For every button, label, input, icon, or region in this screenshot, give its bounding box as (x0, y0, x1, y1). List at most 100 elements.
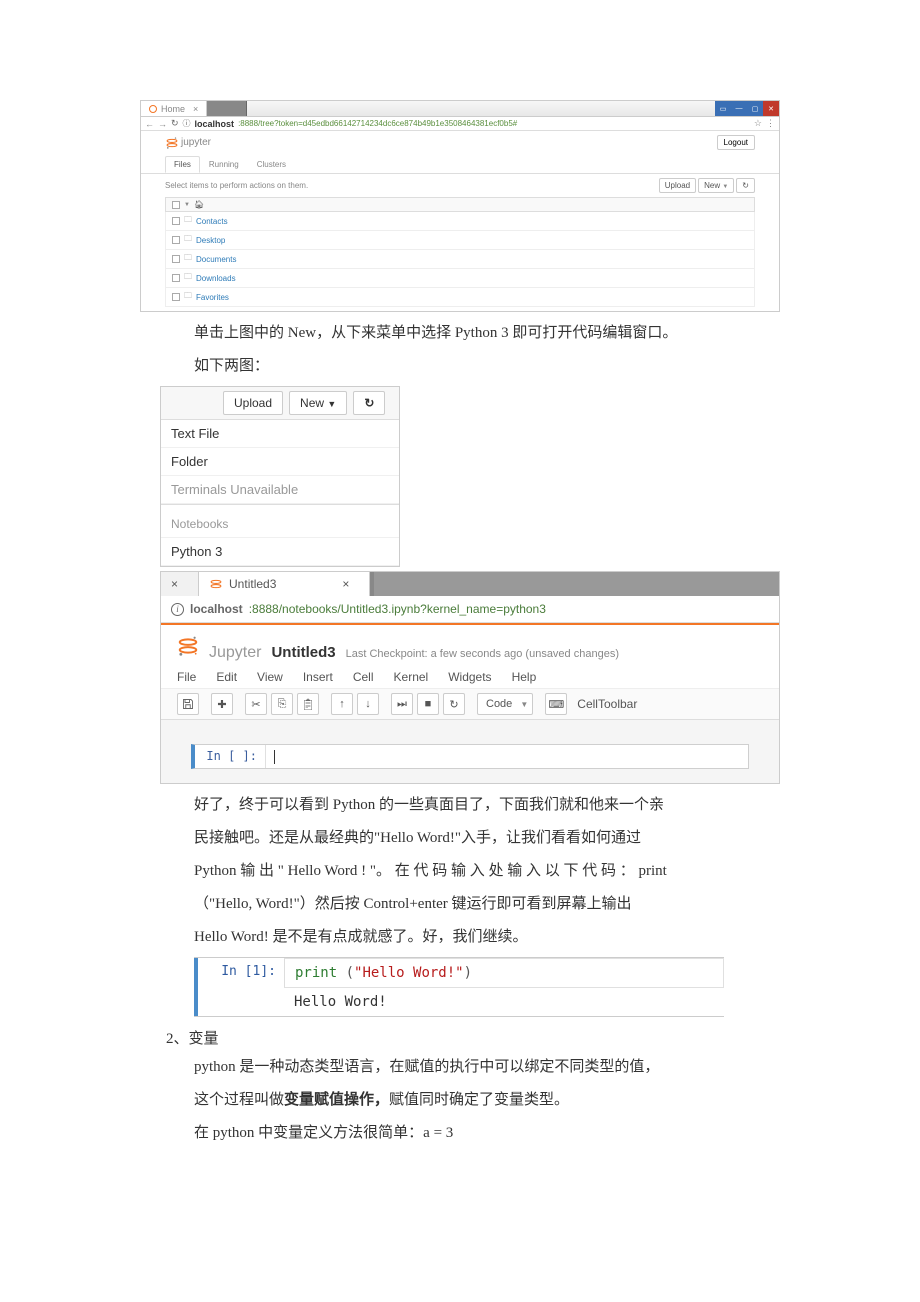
code-cell[interactable]: In [ ]: (191, 744, 749, 769)
site-info-icon[interactable]: i (171, 603, 184, 616)
cell-type-select[interactable]: Code (477, 693, 533, 715)
item-name[interactable]: Desktop (196, 236, 225, 245)
menu-kernel[interactable]: Kernel (394, 670, 429, 684)
cell-prompt: In [1]: (198, 958, 284, 988)
row-checkbox[interactable] (172, 293, 180, 301)
item-name[interactable]: Contacts (196, 217, 228, 226)
action-row: Select items to perform actions on them.… (141, 174, 779, 197)
menu-widgets[interactable]: Widgets (448, 670, 491, 684)
body-paragraph: 这个过程叫做变量赋值操作，赋值同时确定了变量类型。 (194, 1087, 780, 1114)
save-icon[interactable] (177, 693, 199, 715)
item-name[interactable]: Downloads (196, 274, 236, 283)
window-maximize-button[interactable]: ▢ (747, 101, 763, 116)
tab-files[interactable]: Files (165, 156, 200, 173)
site-info-icon[interactable]: ⓘ (183, 118, 191, 129)
copy-icon[interactable]: ⎘ (271, 693, 293, 715)
cell-input[interactable] (265, 745, 748, 768)
tab-running[interactable]: Running (200, 156, 248, 173)
new-dropdown-button[interactable]: New ▼ (698, 178, 734, 193)
tab-label: Home (161, 104, 185, 114)
logout-button[interactable]: Logout (717, 135, 755, 150)
jupyter-logo[interactable]: jupyter (165, 136, 211, 150)
select-all-checkbox[interactable] (172, 201, 180, 209)
tab-clusters[interactable]: Clusters (248, 156, 295, 173)
url-path: :8888/tree?token=d45edbd66142714234dc6ce… (238, 119, 517, 128)
bookmark-icon[interactable]: ☆ (754, 118, 762, 129)
menu-edit[interactable]: Edit (216, 670, 237, 684)
menu-item-python3[interactable]: Python 3 (161, 538, 399, 566)
list-item[interactable]: 🗀 Favorites (165, 288, 755, 307)
move-up-icon[interactable]: ↑ (331, 693, 353, 715)
window-minimize-button[interactable]: ▭ (715, 101, 731, 116)
body-paragraph: 单击上图中的 New，从下来菜单中选择 Python 3 即可打开代码编辑窗口。 (194, 320, 780, 347)
menu-insert[interactable]: Insert (303, 670, 333, 684)
window-close-button[interactable]: ✕ (763, 101, 779, 116)
menu-item-text-file[interactable]: Text File (161, 420, 399, 448)
window-controls: ▭ — ▢ ✕ (715, 101, 779, 116)
menu-file[interactable]: File (177, 670, 196, 684)
url-path: :8888/notebooks/Untitled3.ipynb?kernel_n… (249, 602, 546, 616)
menu-item-folder[interactable]: Folder (161, 448, 399, 476)
browser-tab-prev[interactable]: × (161, 572, 199, 596)
folder-icon: 🗀 (184, 271, 192, 285)
back-icon[interactable]: ← (145, 119, 154, 129)
home-icon[interactable]: 🏠︎ (194, 200, 204, 209)
output-prompt (198, 988, 284, 1016)
reload-icon[interactable]: ↻ (171, 118, 179, 129)
add-cell-icon[interactable]: ✚ (211, 693, 233, 715)
folder-icon: 🗀 (184, 290, 192, 304)
row-checkbox[interactable] (172, 236, 180, 244)
dashboard-tabs: Files Running Clusters (141, 156, 779, 174)
paste-icon[interactable]: 📋︎ (297, 693, 319, 715)
jupyter-favicon (209, 577, 223, 591)
forward-icon[interactable]: → (158, 119, 167, 129)
new-dropdown-button[interactable]: New ▼ (289, 391, 347, 415)
row-checkbox[interactable] (172, 217, 180, 225)
refresh-button[interactable]: ↻ (736, 178, 755, 193)
list-item[interactable]: 🗀Documents (165, 250, 755, 269)
browser-tab-inactive (374, 572, 779, 596)
window-restore-button[interactable]: — (731, 101, 747, 116)
move-down-icon[interactable]: ↓ (357, 693, 379, 715)
browser-tab-bar: Home × ▭ — ▢ ✕ (141, 101, 779, 117)
notebook-title[interactable]: Untitled3 (271, 644, 335, 661)
restart-icon[interactable]: ↻ (443, 693, 465, 715)
list-item[interactable]: 🗀 Contacts (165, 212, 755, 231)
menu-icon[interactable]: ⋮ (766, 118, 775, 129)
code-keyword: print (295, 965, 337, 981)
new-menu-toolbar: Upload New ▼ ↻ (161, 387, 399, 420)
refresh-button[interactable]: ↻ (353, 391, 385, 415)
interrupt-icon[interactable]: ■ (417, 693, 439, 715)
jupyter-logo-text: jupyter (181, 137, 211, 148)
notebook-editor-screenshot: × Untitled3 × i localhost:8888/notebooks… (160, 571, 780, 784)
row-checkbox[interactable] (172, 255, 180, 263)
cut-icon[interactable]: ✂ (245, 693, 267, 715)
browser-tab-home[interactable]: Home × (141, 101, 207, 116)
command-palette-icon[interactable]: ⌨ (545, 693, 567, 715)
browser-tab-inactive[interactable] (207, 101, 247, 116)
folder-icon: 🗀 (184, 214, 192, 228)
body-paragraph: Python 输 出 " Hello Word ! "。 在 代 码 输 入 处… (194, 858, 780, 885)
browser-tab-notebook[interactable]: Untitled3 × (199, 572, 370, 596)
menu-help[interactable]: Help (512, 670, 537, 684)
menu-cell[interactable]: Cell (353, 670, 374, 684)
item-name[interactable]: Documents (196, 255, 236, 264)
chevron-down-icon[interactable]: ▼ (184, 202, 190, 208)
close-icon[interactable]: × (342, 577, 349, 591)
row-checkbox[interactable] (172, 274, 180, 282)
list-item[interactable]: 🗀 Downloads (165, 269, 755, 288)
upload-button[interactable]: Upload (223, 391, 283, 415)
browser-tab-bar: × Untitled3 × (161, 572, 779, 596)
cell-input[interactable]: print ("Hello Word!") (284, 958, 724, 988)
menu-view[interactable]: View (257, 670, 283, 684)
body-paragraph: python 是一种动态类型语言，在赋值的执行中可以绑定不同类型的值， (194, 1054, 780, 1081)
chevron-down-icon: ▼ (327, 399, 336, 409)
list-item[interactable]: 🗀Desktop (165, 231, 755, 250)
run-icon[interactable]: ⏭ (391, 693, 413, 715)
celltoolbar-label[interactable]: CellToolbar (577, 697, 637, 711)
close-icon[interactable]: × (193, 104, 198, 114)
item-name[interactable]: Favorites (196, 293, 229, 302)
jupyter-logo-text: Jupyter (209, 644, 261, 662)
close-icon[interactable]: × (171, 577, 178, 591)
upload-button[interactable]: Upload (659, 178, 696, 193)
